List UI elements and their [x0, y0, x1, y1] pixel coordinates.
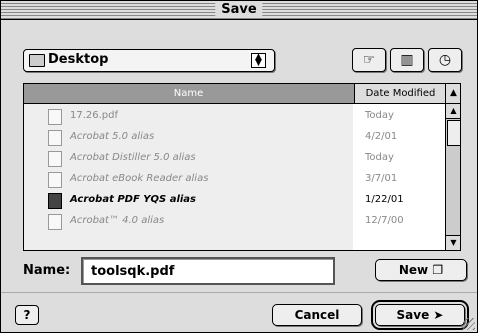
date-column-header[interactable]: Date Modified — [354, 84, 446, 103]
folder-icon — [29, 54, 45, 67]
alias-icon — [48, 172, 62, 188]
list-item[interactable]: 17.26.pdf Today — [24, 106, 445, 127]
save-dialog: Save Desktop ▲ ▼ ☞ ▥ ◷ Name Date Modified… — [0, 0, 478, 333]
name-field-label: Name: — [23, 263, 71, 278]
sort-order-button[interactable]: ▲ — [445, 84, 460, 104]
pdf-file-icon — [48, 109, 62, 125]
alias-icon — [48, 130, 62, 146]
pointer-hand-icon: ☞ — [362, 52, 376, 68]
list-item[interactable]: Acrobat Distiller 5.0 alias Today — [24, 148, 445, 169]
list-item[interactable]: Acrobat™ 4.0 alias 12/7/00 — [24, 211, 445, 232]
file-list[interactable]: Name Date Modified ▲ 17.26.pdf Today Acr… — [23, 83, 461, 251]
scroll-down-arrow-icon[interactable]: ▼ — [446, 235, 460, 250]
dialog-title: Save — [215, 3, 263, 17]
new-folder-button[interactable]: New ❐ — [375, 259, 467, 281]
name-column-header[interactable]: Name — [24, 84, 353, 103]
cursor-arrow-icon: ➤ — [433, 308, 444, 322]
location-popup[interactable]: Desktop ▲ ▼ — [23, 49, 275, 72]
folder-alias-icon — [48, 193, 62, 209]
popup-arrows-icon: ▲ ▼ — [251, 53, 266, 68]
resize-grip-icon[interactable] — [463, 318, 475, 330]
alias-icon — [48, 151, 62, 167]
desktop-shortcut-button[interactable]: ☞ — [352, 48, 386, 72]
divider — [1, 292, 477, 293]
recent-button[interactable]: ◷ — [428, 48, 462, 72]
list-item[interactable]: Acrobat eBook Reader alias 3/7/01 — [24, 169, 445, 190]
list-rows: 17.26.pdf Today Acrobat 5.0 alias 4/2/01… — [24, 104, 445, 250]
list-item[interactable]: Acrobat 5.0 alias 4/2/01 — [24, 127, 445, 148]
title-bar[interactable]: Save — [1, 1, 477, 20]
book-icon: ▥ — [400, 52, 414, 68]
list-header: Name Date Modified — [24, 84, 446, 104]
scroll-thumb[interactable] — [447, 120, 460, 146]
clock-icon: ◷ — [438, 52, 452, 68]
help-button[interactable]: ? — [15, 305, 39, 325]
scroll-up-arrow-icon[interactable]: ▲ — [446, 104, 460, 119]
file-name-input[interactable] — [89, 261, 327, 281]
vertical-scrollbar[interactable]: ▲ ▼ — [445, 104, 460, 250]
list-item[interactable]: Acrobat PDF YQS alias 1/22/01 — [24, 190, 445, 211]
location-label: Desktop — [48, 52, 109, 67]
shortcuts-button[interactable]: ▥ — [390, 48, 424, 72]
name-field[interactable] — [81, 257, 335, 285]
alias-icon — [48, 214, 62, 230]
cancel-button[interactable]: Cancel — [272, 304, 362, 326]
new-folder-icon: ❐ — [432, 263, 444, 277]
save-button[interactable]: Save ➤ — [371, 300, 469, 330]
